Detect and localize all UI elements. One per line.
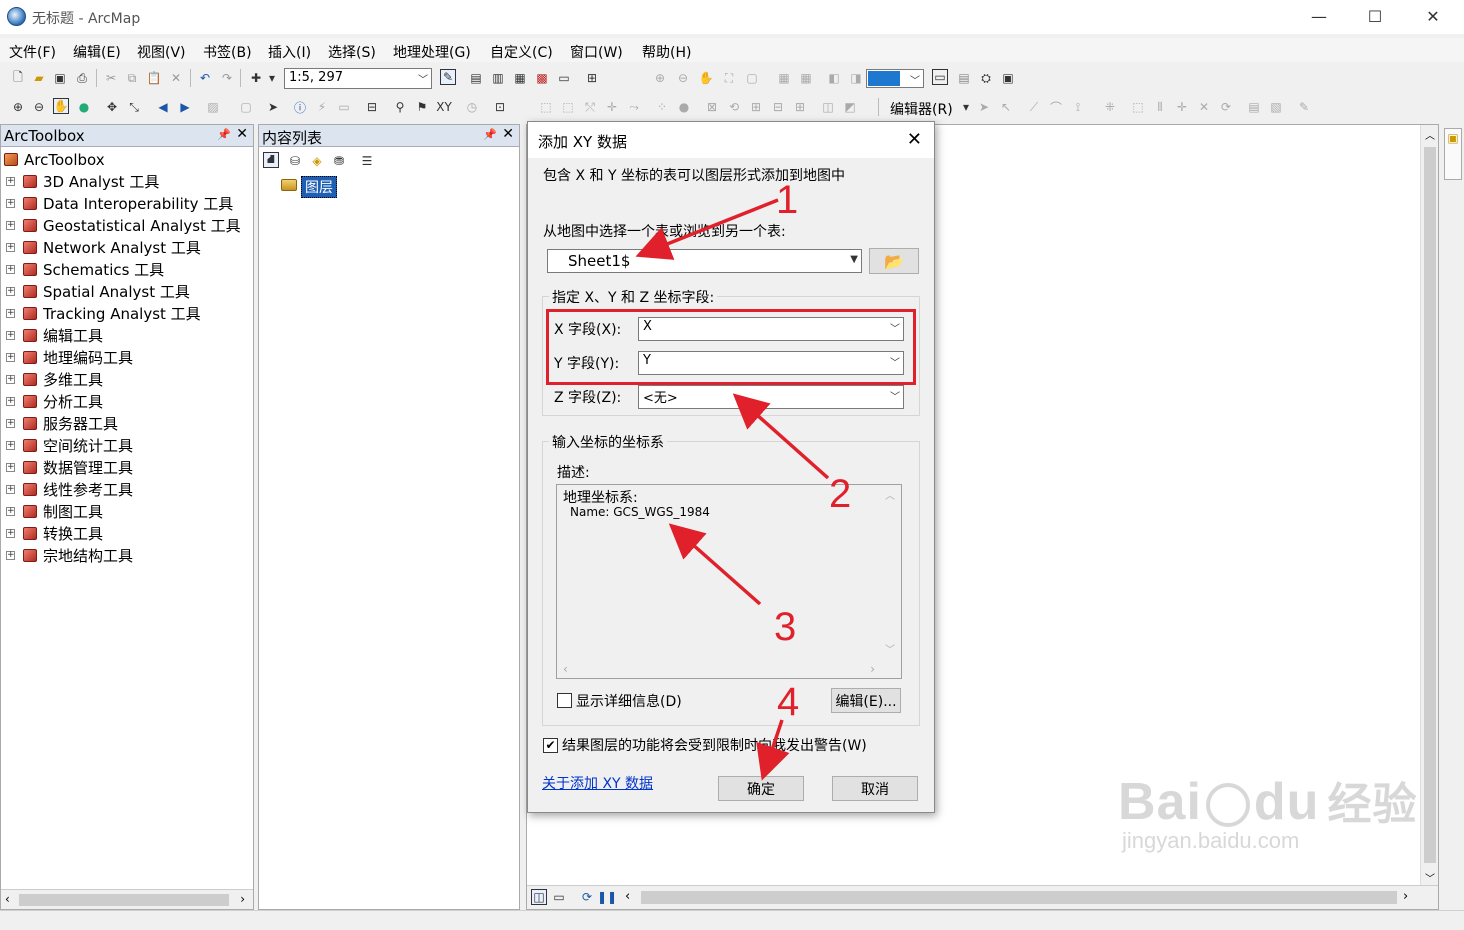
watermark-text-2: du bbox=[1253, 773, 1320, 831]
annotation-number-4: 4 bbox=[777, 680, 800, 724]
watermark-text-1: Bai bbox=[1118, 773, 1202, 831]
arrow-4 bbox=[756, 719, 790, 781]
watermark-text-3: 经验 bbox=[1327, 780, 1418, 829]
annotation-number-2: 2 bbox=[829, 472, 852, 516]
paw-icon bbox=[1205, 783, 1250, 828]
baidu-watermark: Bai du 经验 jingyan.baidu.com bbox=[1118, 768, 1417, 854]
arrow-2 bbox=[732, 393, 830, 480]
arrow-1 bbox=[635, 198, 779, 260]
arrow-3 bbox=[668, 523, 762, 606]
annotation-number-3: 3 bbox=[774, 605, 797, 649]
annotation-number-1: 1 bbox=[776, 178, 799, 222]
